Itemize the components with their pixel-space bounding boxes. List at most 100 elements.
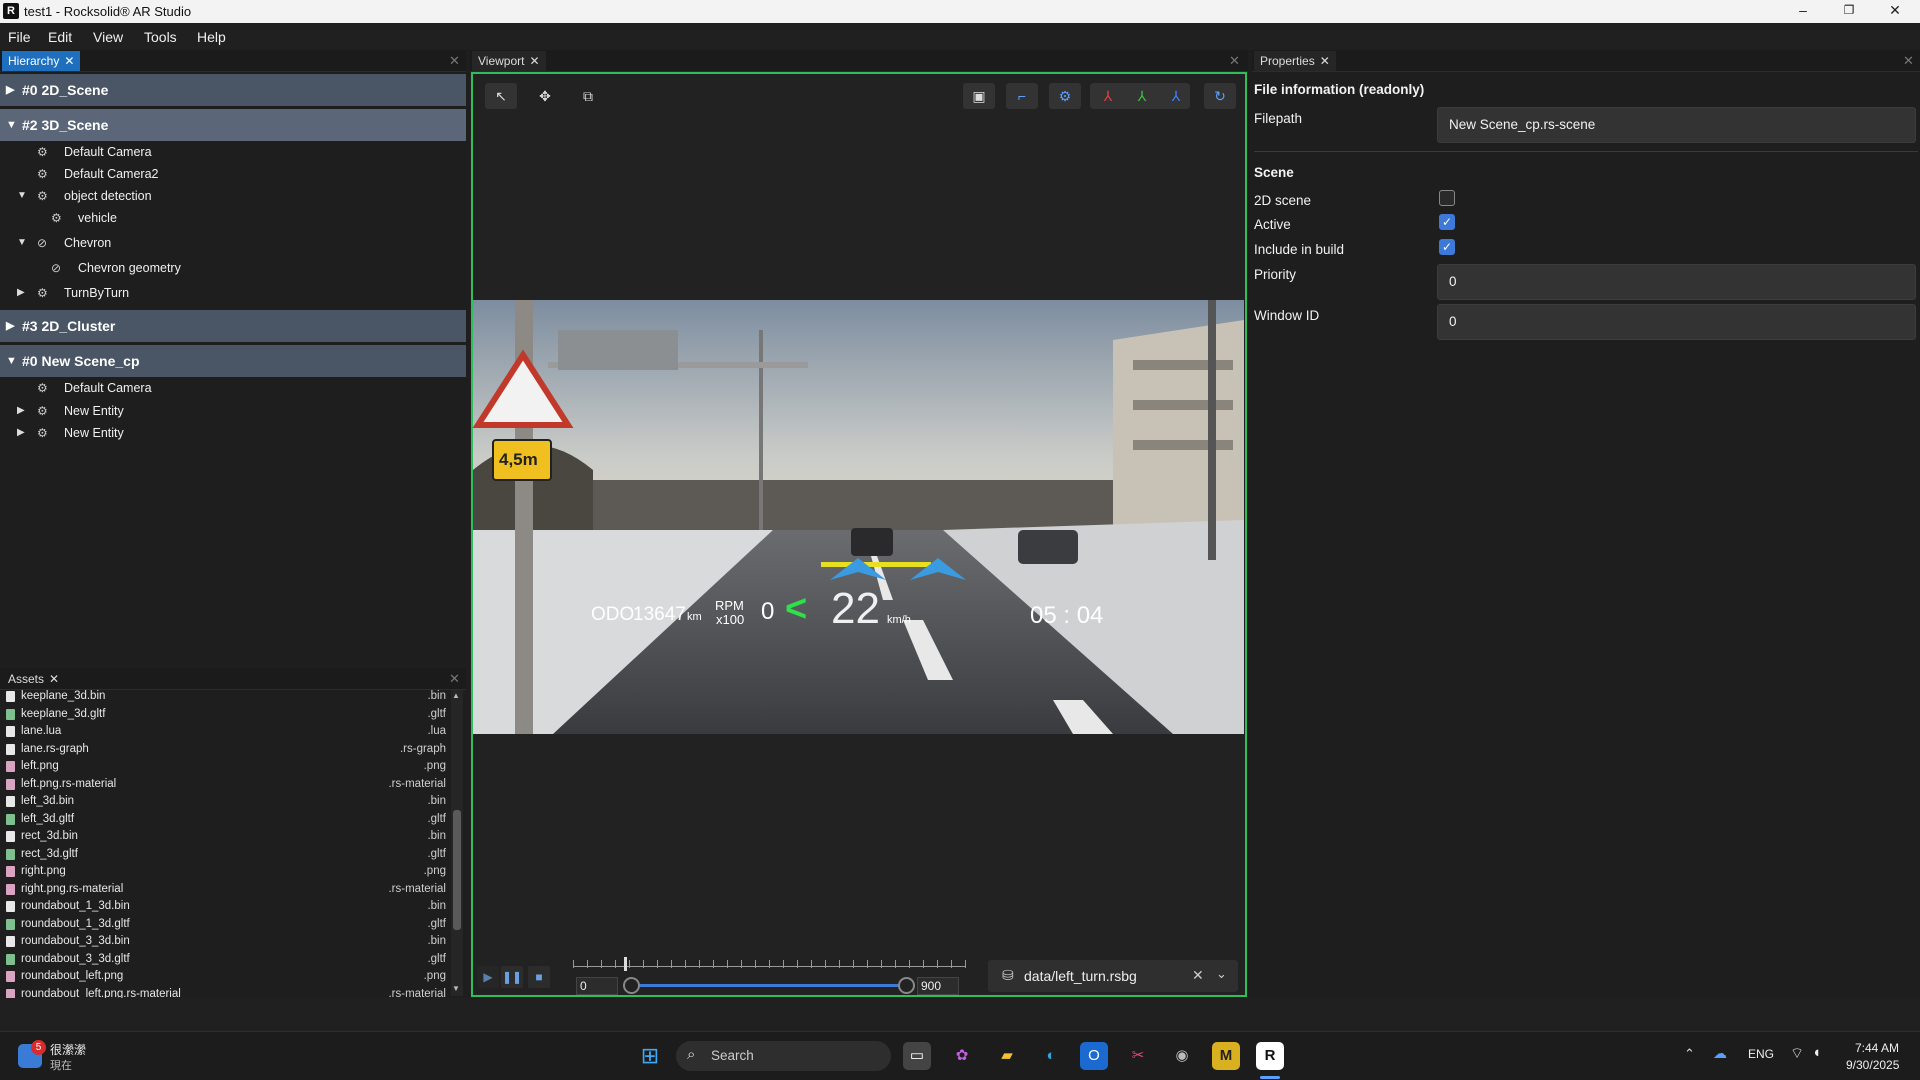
outlook-icon[interactable]: O <box>1080 1042 1108 1070</box>
collapse-arrow-icon[interactable]: ▼ <box>17 185 27 207</box>
play-button[interactable]: ▶ <box>477 966 499 988</box>
asset-row[interactable]: left_3d.gltf .gltf <box>0 811 448 829</box>
include-in-build-checkbox[interactable]: ✓ <box>1439 239 1455 255</box>
scene-row-2d-cluster[interactable]: ▶ #3 2D_Cluster <box>0 310 466 342</box>
snipping-tool-icon[interactable]: ✂ <box>1124 1042 1152 1070</box>
close-icon[interactable]: ✕ <box>49 672 59 686</box>
asset-row[interactable]: left.png.rs-material .rs-material <box>0 776 448 794</box>
scale-tool-icon[interactable]: ⧉ <box>572 83 604 109</box>
stop-button[interactable]: ■ <box>528 966 550 988</box>
entity-row[interactable]: ▼ ⊘ Chevron <box>0 232 466 254</box>
priority-field[interactable]: 0 <box>1437 264 1916 300</box>
asset-row[interactable]: right.png.rs-material .rs-material <box>0 881 448 899</box>
clear-icon[interactable]: ✕ <box>1192 967 1204 984</box>
expand-arrow-icon[interactable]: ▶ <box>17 422 25 444</box>
asset-row[interactable]: roundabout_1_3d.bin .bin <box>0 898 448 916</box>
wifi-icon[interactable]: ⌔ <box>1790 1044 1804 1063</box>
collapse-arrow-icon[interactable]: ▼ <box>6 109 17 141</box>
asset-row[interactable]: roundabout_left.png.rs-material .rs-mater… <box>0 986 448 998</box>
entity-row[interactable]: ⚙ Default Camera <box>0 141 466 163</box>
entity-row[interactable]: ▼ ⚙ object detection <box>0 185 466 207</box>
rocksolid-app-icon[interactable]: R <box>1256 1042 1284 1070</box>
entity-row[interactable]: ⚙ Default Camera2 <box>0 163 466 185</box>
camera-view-icon[interactable]: ▣ <box>963 83 995 109</box>
file-explorer-icon[interactable]: ▰ <box>993 1042 1021 1070</box>
language-indicator[interactable]: ENG <box>1748 1047 1774 1061</box>
asset-row[interactable]: rect_3d.gltf .gltf <box>0 846 448 864</box>
panel-close-icon[interactable]: ✕ <box>449 671 460 687</box>
panel-close-icon[interactable]: ✕ <box>1229 53 1240 69</box>
entity-row[interactable]: ⚙ Default Camera <box>0 377 466 399</box>
panel-close-icon[interactable]: ✕ <box>1903 53 1914 69</box>
asset-row[interactable]: left.png .png <box>0 758 448 776</box>
edge-browser-icon[interactable]: ◐ <box>1037 1042 1065 1070</box>
move-tool-icon[interactable]: ✥ <box>529 83 561 109</box>
asset-row[interactable]: roundabout_3_3d.bin .bin <box>0 933 448 951</box>
close-window-button[interactable]: ✕ <box>1872 0 1918 23</box>
menu-edit[interactable]: Edit <box>48 29 72 45</box>
tray-chevron-icon[interactable]: ⌃ <box>1684 1046 1695 1062</box>
expand-arrow-icon[interactable]: ▶ <box>6 74 14 106</box>
chevron-down-icon[interactable]: ⌄ <box>1216 966 1227 982</box>
entity-row[interactable]: ⊘ Chevron geometry <box>0 257 466 279</box>
tab-properties[interactable]: Properties ✕ <box>1254 51 1336 71</box>
windows-start-icon[interactable]: ⊞ <box>636 1042 664 1070</box>
window-id-field[interactable]: 0 <box>1437 304 1916 340</box>
search-box[interactable]: ⌕ Search <box>676 1041 891 1071</box>
recording-file-selector[interactable]: ⛁ data/left_turn.rsbg ✕ ⌄ <box>988 960 1238 992</box>
panel-close-icon[interactable]: ✕ <box>449 53 460 69</box>
close-icon[interactable]: ✕ <box>64 54 74 68</box>
axis-z-icon[interactable]: ⅄ <box>1160 83 1192 109</box>
range-end-handle[interactable] <box>898 977 915 994</box>
asset-row[interactable]: right.png .png <box>0 863 448 881</box>
entity-row[interactable]: ▶ ⚙ New Entity <box>0 400 466 422</box>
collapse-arrow-icon[interactable]: ▼ <box>17 232 27 254</box>
menu-tools[interactable]: Tools <box>144 29 177 45</box>
asset-row[interactable]: roundabout_left.png .png <box>0 968 448 986</box>
range-start-handle[interactable] <box>623 977 640 994</box>
menu-view[interactable]: View <box>93 29 123 45</box>
scene-2d-checkbox[interactable] <box>1439 190 1455 206</box>
tab-assets[interactable]: Assets ✕ <box>2 669 65 689</box>
asset-row[interactable]: left_3d.bin .bin <box>0 793 448 811</box>
snap-icon[interactable]: ⌐ <box>1006 83 1038 109</box>
app-m-icon[interactable]: M <box>1212 1042 1240 1070</box>
expand-arrow-icon[interactable]: ▶ <box>17 282 25 304</box>
asset-row[interactable]: lane.rs-graph .rs-graph <box>0 741 448 759</box>
volume-icon[interactable]: ◖ <box>1812 1044 1821 1061</box>
scene-row-2d-scene[interactable]: ▶ #0 2D_Scene <box>0 74 466 106</box>
scene-row-new-scene-cp[interactable]: ▼ #0 New Scene_cp <box>0 345 466 377</box>
clock-time[interactable]: 7:44 AM <box>1855 1041 1899 1055</box>
range-start-field[interactable]: 0 <box>576 977 618 995</box>
asset-row[interactable]: roundabout_3_3d.gltf .gltf <box>0 951 448 969</box>
asset-row[interactable]: roundabout_1_3d.gltf .gltf <box>0 916 448 934</box>
clock-date[interactable]: 9/30/2025 <box>1846 1058 1899 1072</box>
scroll-thumb[interactable] <box>453 810 461 930</box>
axis-x-icon[interactable]: ⅄ <box>1092 83 1124 109</box>
refresh-icon[interactable]: ↻ <box>1204 83 1236 109</box>
camera-icon[interactable]: ◉ <box>1168 1042 1196 1070</box>
range-end-field[interactable]: 900 <box>917 977 959 995</box>
asset-row[interactable]: lane.lua .lua <box>0 723 448 741</box>
maximize-button[interactable]: ❐ <box>1826 0 1872 23</box>
close-icon[interactable]: ✕ <box>1320 54 1330 68</box>
minimize-button[interactable]: – <box>1780 0 1826 23</box>
entity-row[interactable]: ▶ ⚙ New Entity <box>0 422 466 444</box>
tab-hierarchy[interactable]: Hierarchy ✕ <box>2 51 81 71</box>
pause-button[interactable]: ❚❚ <box>501 966 523 988</box>
expand-arrow-icon[interactable]: ▶ <box>17 400 25 422</box>
scroll-down-icon[interactable]: ▼ <box>452 984 460 993</box>
copilot-icon[interactable]: ✿ <box>948 1042 976 1070</box>
select-tool-icon[interactable]: ↖ <box>485 83 517 109</box>
scene-row-3d-scene[interactable]: ▼ #2 3D_Scene <box>0 109 466 141</box>
axis-y-icon[interactable]: ⅄ <box>1126 83 1158 109</box>
collapse-arrow-icon[interactable]: ▼ <box>6 345 17 377</box>
active-checkbox[interactable]: ✓ <box>1439 214 1455 230</box>
close-icon[interactable]: ✕ <box>529 54 539 68</box>
task-view-icon[interactable]: ▭ <box>903 1042 931 1070</box>
asset-row[interactable]: keeplane_3d.gltf .gltf <box>0 706 448 724</box>
scroll-up-icon[interactable]: ▲ <box>452 691 460 700</box>
tab-viewport[interactable]: Viewport ✕ <box>472 51 546 71</box>
range-slider-track[interactable] <box>632 984 907 987</box>
entity-row[interactable]: ⚙ vehicle <box>0 207 466 229</box>
